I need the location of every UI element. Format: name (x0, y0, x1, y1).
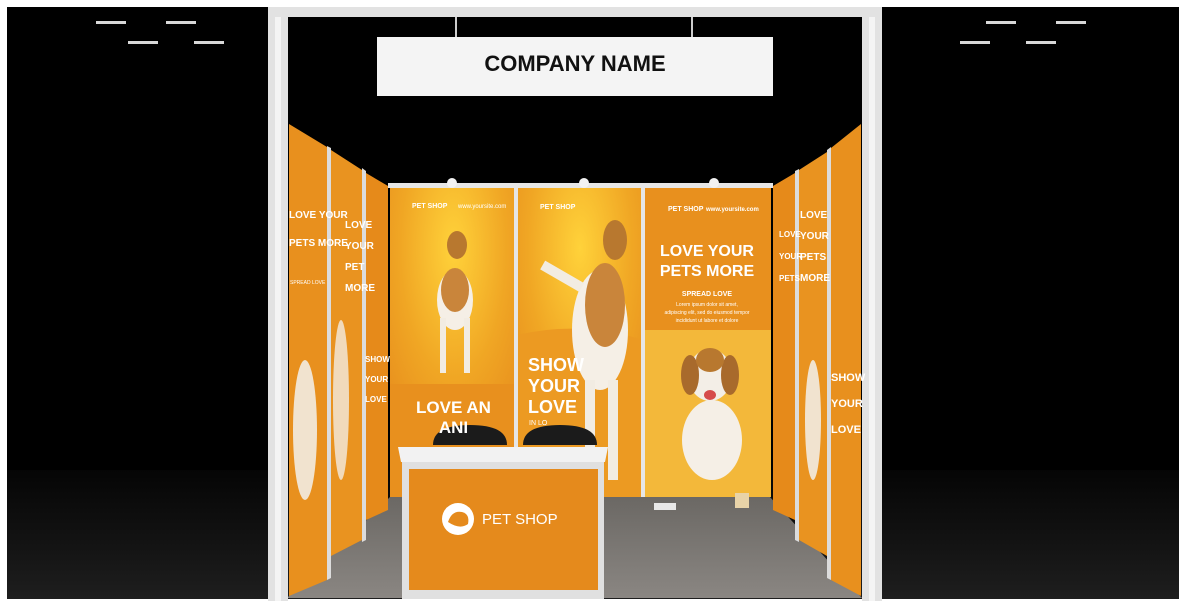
side-panel-headline: PETS (800, 252, 827, 263)
panel-brand: PET SHOP (540, 204, 576, 211)
panel-brand: PET SHOP (412, 203, 448, 210)
right-wall-front-panel (831, 124, 861, 596)
panel-footer: IN LO (529, 420, 548, 427)
panel-headline: LOVE (528, 397, 578, 417)
side-panel-headline: MORE (345, 283, 375, 294)
side-panel-headline: YOUR (345, 241, 374, 252)
company-name: COMPANY NAME (484, 51, 666, 76)
power-socket (654, 503, 676, 510)
counter-front-panel (409, 469, 598, 590)
panel-headline: LOVE YOUR (660, 243, 754, 260)
side-panel-headline: PETS MORE (289, 238, 348, 249)
side-panel-headline: YOUR (800, 231, 829, 242)
side-panel-headline: YOUR (831, 398, 863, 410)
right-wall-back-panel (773, 173, 795, 520)
side-panel-headline: LOVE (345, 220, 373, 231)
left-wall-front-panel (289, 124, 327, 596)
panel-headline: LOVE AN (416, 398, 491, 417)
exhibition-booth-scene: COMPANY NAME PET SHOP www.yoursite.com L… (0, 0, 1191, 603)
side-panel-headline: LOVE YOUR (289, 210, 348, 221)
panel-subheadline: SPREAD LOVE (681, 291, 733, 298)
panel-brand: PET SHOP (668, 206, 704, 213)
side-panel-headline: YOUR (779, 252, 803, 261)
panel-headline: PETS MORE (659, 263, 755, 280)
panel-website: www.yoursite.com (706, 207, 759, 213)
side-panel-headline: SHOW (365, 355, 390, 364)
side-panel-headline: LOVE (779, 230, 801, 239)
counter-brand: PET SHOP (482, 511, 558, 528)
panel-headline: ANI (438, 418, 469, 437)
side-panel-headline: SHOW (831, 372, 866, 384)
side-panel-subheadline: SPREAD LOVE (290, 280, 326, 286)
panel-website: www.yoursite.com (458, 204, 507, 210)
side-panel-headline: LOVE (831, 424, 861, 436)
booth-render (7, 7, 1179, 601)
side-panel-headline: LOVE (365, 395, 387, 404)
side-panel-headline: YOUR (365, 375, 389, 384)
panel-body-text: Lorem ipsum dolor sit amet, (676, 302, 738, 308)
side-panel-headline: LOVE (800, 210, 828, 221)
pet-bowl (735, 493, 749, 508)
dog-center-right (681, 348, 742, 480)
panel-body-text: adipiscing elit, sed do eiusmod tempor (664, 310, 750, 316)
panel-headline: YOUR (528, 376, 581, 396)
side-panel-headline: PET (345, 262, 365, 273)
side-panel-headline: PETS (779, 274, 800, 283)
panel-body-text: incididunt ut labore et dolore (675, 318, 739, 324)
panel-headline: SHOW (528, 355, 584, 375)
counter-top (398, 447, 608, 462)
side-panel-headline: MORE (800, 273, 830, 284)
